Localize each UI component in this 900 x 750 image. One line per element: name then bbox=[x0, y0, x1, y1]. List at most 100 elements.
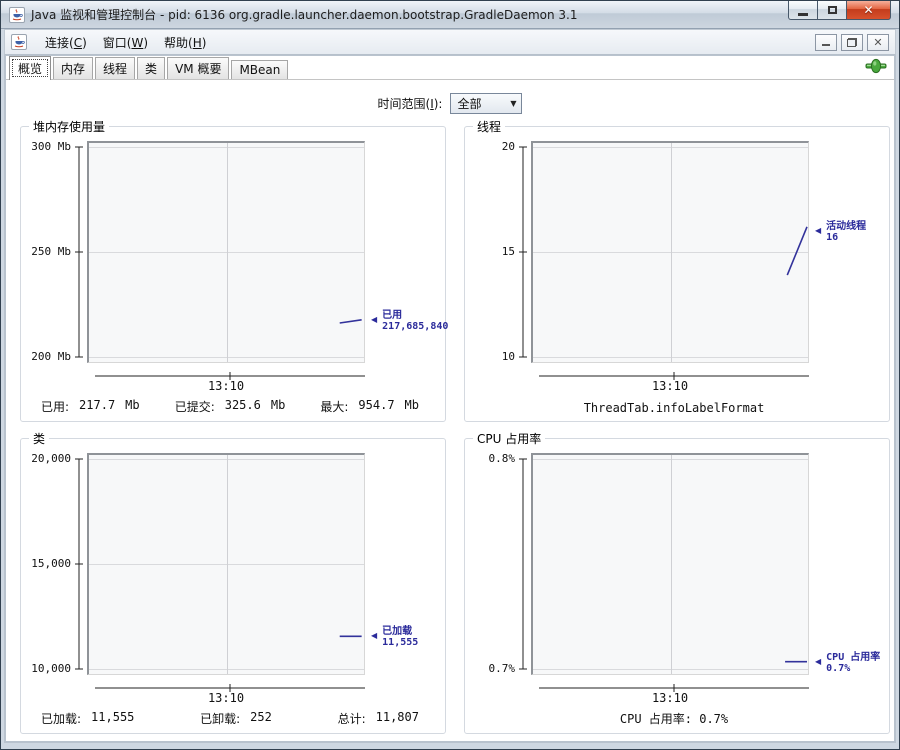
internal-close-button[interactable]: ✕ bbox=[867, 33, 889, 51]
arrow-left-icon: ◀ bbox=[815, 226, 822, 235]
time-range-combobox[interactable]: 全部 ▼ bbox=[450, 93, 523, 114]
stat-label: 已用: bbox=[41, 400, 70, 414]
internal-frame-controls: ✕ bbox=[815, 33, 889, 51]
tab-类[interactable]: 类 bbox=[137, 57, 166, 79]
series-annotation: ◀ 活动线程 16 bbox=[815, 221, 866, 243]
annotation-text: 活动线程 16 bbox=[826, 221, 867, 243]
stat-unit: Mb bbox=[125, 398, 140, 412]
stat-item: 最大: 954.7 Mb bbox=[320, 398, 419, 415]
tab-bar: 概览 内存 线程类 VM 概要 MBean bbox=[6, 56, 894, 80]
x-axis-tick-label: 13:10 bbox=[207, 691, 245, 705]
y-axis-tick-label: 300 Mb bbox=[31, 140, 71, 153]
x-axis-tick-label: 13:10 bbox=[651, 379, 689, 393]
window-title: Java 监视和管理控制台 - pid: 6136 org.gradle.lau… bbox=[31, 8, 578, 22]
time-range-label: 时间范围(I): bbox=[377, 97, 443, 111]
tab-概览[interactable]: 概览 bbox=[9, 56, 52, 80]
maximize-button[interactable] bbox=[818, 1, 847, 20]
tab-内存[interactable]: 内存 bbox=[53, 57, 94, 79]
classes-chart-panel: 类 20,000 15,000 10,000 ◀ 已加载 11,555 13:10 已加载: 11… bbox=[20, 430, 446, 734]
stat-unit: Mb bbox=[270, 398, 286, 412]
java-cup-glyph bbox=[12, 8, 23, 20]
arrow-left-icon: ◀ bbox=[371, 314, 378, 324]
y-axis-tick-label: 10 bbox=[501, 350, 515, 363]
y-axis-tick-label: 20,000 bbox=[31, 452, 71, 465]
chart-title: 线程 bbox=[473, 118, 506, 135]
y-axis-tick-label: 15,000 bbox=[31, 557, 71, 570]
stat-value: 954.7 bbox=[358, 398, 395, 412]
series-line bbox=[786, 226, 808, 276]
annotation-text: 已用 217,685,840 bbox=[382, 309, 449, 332]
stat-label: 已卸载: bbox=[200, 712, 241, 726]
series-line bbox=[339, 635, 362, 638]
chart-stats-row: 已加载: 11,555 已卸载: 252 总计: 11,807 bbox=[21, 710, 445, 727]
series-line bbox=[339, 319, 362, 324]
chart-stats-row: 已用: 217.7 Mb 已提交: 325.6 Mb 最大: 954.7 Mb bbox=[21, 398, 445, 415]
connection-status-icon bbox=[864, 58, 888, 77]
menu-item-connect[interactable]: 连接(C) bbox=[37, 31, 95, 54]
minimize-icon bbox=[822, 44, 830, 46]
close-icon: ✕ bbox=[863, 3, 874, 17]
java-cup-glyph bbox=[14, 36, 25, 48]
tab-vm-概要[interactable]: VM 概要 bbox=[167, 57, 230, 79]
stat-label: 已加载: bbox=[41, 712, 82, 726]
plot-area bbox=[87, 141, 365, 363]
stat-item: 已用: 217.7 Mb bbox=[41, 398, 140, 415]
threads-chart-panel: 线程 20 15 10 ◀ 活动线程 16 13:10 ThreadTab.infoLabelF… bbox=[464, 118, 890, 422]
java-app-icon bbox=[9, 6, 25, 23]
stat-value: 325.6 bbox=[224, 398, 261, 412]
charts-grid: 堆内存使用量 300 Mb 250 Mb 200 Mb ◀ 已用 217,685,840 13… bbox=[6, 118, 894, 734]
stat-item: 已加载: 11,555 bbox=[41, 710, 134, 727]
series-annotation: ◀ 已用 217,685,840 bbox=[371, 310, 448, 332]
restore-icon bbox=[847, 37, 857, 47]
stat-item: 总计: 11,807 bbox=[338, 710, 419, 727]
annotation-text: CPU 占用率 0.7% bbox=[826, 651, 881, 674]
chart-title: CPU 占用率 bbox=[473, 430, 546, 447]
plot-area bbox=[87, 453, 365, 675]
stat-label: 最大: bbox=[320, 400, 349, 414]
plot-area bbox=[531, 141, 809, 363]
stat-unit: Mb bbox=[404, 398, 419, 412]
maximize-icon bbox=[827, 6, 837, 14]
plot-area bbox=[531, 453, 809, 675]
stat-item: 已提交: 325.6 Mb bbox=[175, 398, 286, 415]
x-axis-tick-label: 13:10 bbox=[207, 379, 245, 393]
internal-minimize-button[interactable] bbox=[815, 33, 837, 51]
y-axis bbox=[519, 146, 527, 358]
arrow-left-icon: ◀ bbox=[371, 631, 378, 641]
y-axis-tick-label: 250 Mb bbox=[31, 245, 71, 258]
y-axis-tick-label: 20 bbox=[501, 140, 515, 153]
chart-title: 类 bbox=[29, 430, 50, 447]
x-axis-tick-label: 13:10 bbox=[651, 691, 689, 705]
chart-title: 堆内存使用量 bbox=[29, 118, 110, 135]
tab-mbean[interactable]: MBean bbox=[231, 60, 289, 79]
minimize-icon bbox=[798, 12, 808, 16]
series-annotation: ◀ CPU 占用率 0.7% bbox=[815, 652, 880, 674]
y-axis bbox=[519, 458, 527, 670]
close-button[interactable]: ✕ bbox=[847, 1, 891, 20]
title-bar[interactable]: Java 监视和管理控制台 - pid: 6136 org.gradle.lau… bbox=[1, 1, 899, 29]
window-controls: ✕ bbox=[788, 1, 891, 20]
main-window: Java 监视和管理控制台 - pid: 6136 org.gradle.lau… bbox=[0, 0, 900, 750]
time-range-row: 时间范围(I): 全部 ▼ bbox=[6, 93, 894, 114]
y-axis-tick-label: 10,000 bbox=[31, 662, 71, 675]
stat-value: 252 bbox=[250, 710, 272, 724]
cpu-usage-chart-panel: CPU 占用率 0.8% 0.7% ◀ CPU 占用率 0.7% 13:10 CPU 占用率:… bbox=[464, 430, 890, 734]
minimize-button[interactable] bbox=[788, 1, 818, 20]
stat-label: 总计: bbox=[337, 712, 366, 726]
series-line bbox=[785, 660, 807, 663]
overview-content: 时间范围(I): 全部 ▼ 堆内存使用量 300 Mb 250 Mb 200 Mb ◀ 已… bbox=[6, 80, 894, 741]
close-icon: ✕ bbox=[873, 35, 883, 49]
chart-stats-text: CPU 占用率: 0.7% bbox=[619, 712, 729, 726]
stat-value: 11,807 bbox=[375, 710, 419, 724]
menu-item-help[interactable]: 帮助(H) bbox=[156, 31, 214, 54]
heap-memory-chart-panel: 堆内存使用量 300 Mb 250 Mb 200 Mb ◀ 已用 217,685,840 13… bbox=[20, 118, 448, 422]
series-annotation: ◀ 已加载 11,555 bbox=[371, 626, 418, 648]
tab-线程[interactable]: 线程 bbox=[95, 57, 136, 79]
annotation-text: 已加载 11,555 bbox=[382, 626, 419, 649]
java-toolbar-icon[interactable] bbox=[11, 34, 27, 50]
menu-item-window[interactable]: 窗口(W) bbox=[95, 31, 156, 54]
y-axis bbox=[75, 458, 83, 670]
internal-restore-button[interactable] bbox=[841, 33, 863, 51]
y-axis-tick-label: 200 Mb bbox=[31, 350, 71, 363]
connection-frame: 概览 内存 线程类 VM 概要 MBean 时间范围(I): 全部 ▼ 堆内存使… bbox=[4, 55, 896, 743]
